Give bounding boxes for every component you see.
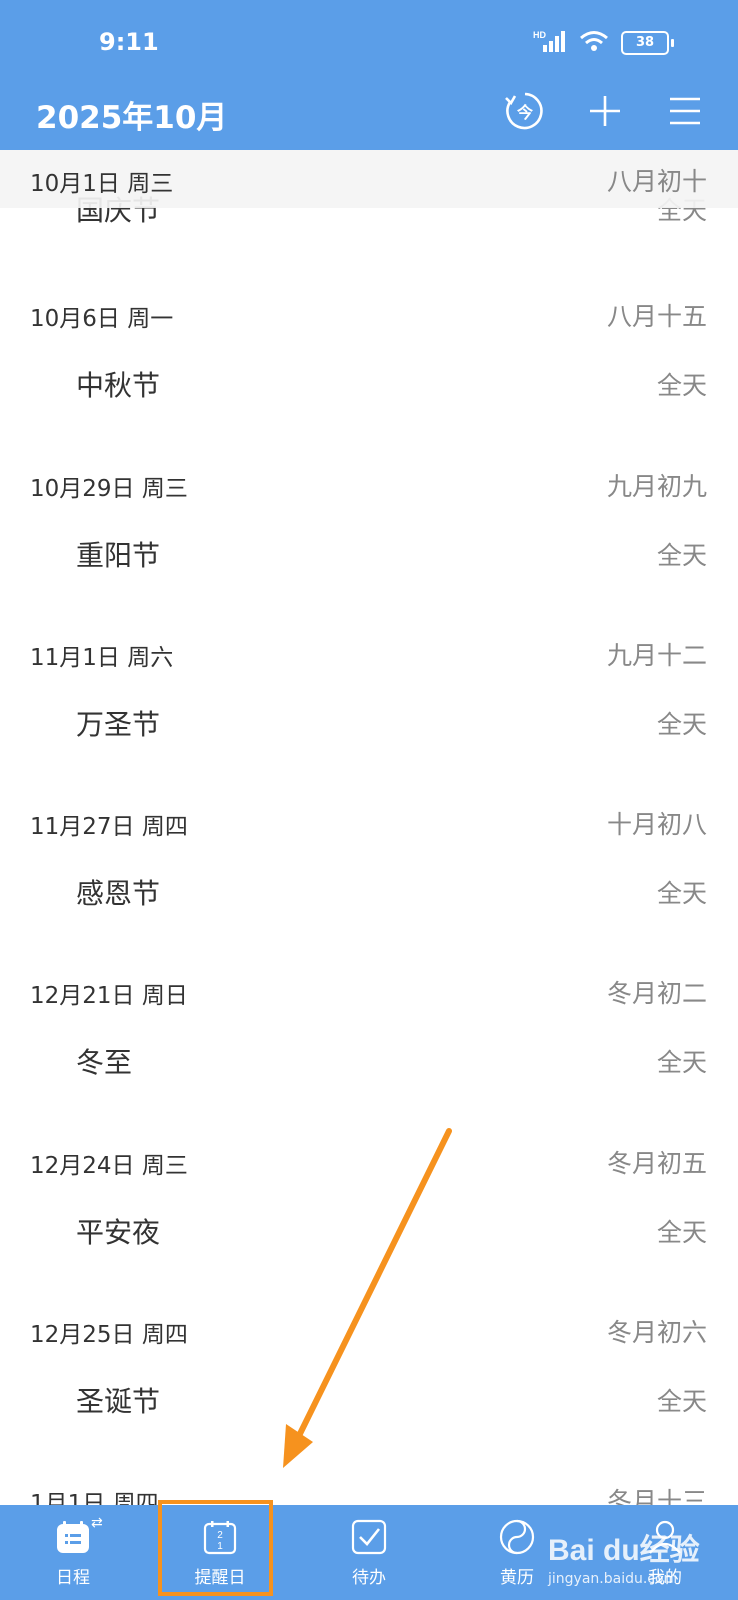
lunar-date: 冬月初二 xyxy=(606,979,707,1008)
date-row: 12月25日 周四 冬月初六 xyxy=(0,1299,738,1361)
tab-label: 待办 xyxy=(352,1568,386,1588)
header-actions: 今 xyxy=(502,88,708,134)
event-date: 11月27日 周四 xyxy=(30,814,188,840)
svg-text:2: 2 xyxy=(217,1530,223,1541)
lunar-date: 冬月初六 xyxy=(606,1318,707,1347)
tab-reminder-days[interactable]: 2 1 提醒日 xyxy=(160,1505,280,1600)
yin-yang-icon xyxy=(499,1519,535,1555)
event-group: 12月24日 周三 冬月初五 平安夜 全天 xyxy=(0,1130,738,1300)
status-time: 9:11 xyxy=(99,28,159,56)
date-row: 11月27日 周四 十月初八 xyxy=(0,791,738,853)
battery-icon: 38 xyxy=(621,31,674,55)
event-time: 全天 xyxy=(656,1048,707,1077)
event-name: 平安夜 xyxy=(76,1216,161,1249)
event-row[interactable]: 感恩节 全天 xyxy=(0,853,738,961)
event-time: 全天 xyxy=(656,879,707,908)
date-row: 1月1日 周四 冬月十三 xyxy=(0,1468,738,1505)
signal-icon: HD xyxy=(533,30,567,56)
tab-label: 日程 xyxy=(56,1568,90,1588)
lunar-date: 冬月十三 xyxy=(606,1487,707,1505)
event-row[interactable]: 中秋节 全天 xyxy=(0,345,738,453)
date-row: 11月1日 周六 九月十二 xyxy=(0,622,738,684)
event-row[interactable]: 冬至 全天 xyxy=(0,1022,738,1130)
menu-icon xyxy=(670,97,700,125)
tab-todo[interactable]: 待办 xyxy=(309,1505,429,1600)
event-date: 12月25日 周四 xyxy=(30,1322,188,1348)
event-group: 12月21日 周日 冬月初二 冬至 全天 xyxy=(0,960,738,1130)
event-group: 10月6日 周一 八月十五 中秋节 全天 xyxy=(0,283,738,453)
lunar-date: 九月初九 xyxy=(606,472,707,501)
event-date: 10月29日 周三 xyxy=(30,476,188,502)
status-bar: 9:11 HD 38 xyxy=(0,0,738,88)
tab-label: 黄历 xyxy=(500,1568,534,1588)
person-icon xyxy=(647,1519,683,1555)
battery-level: 38 xyxy=(621,31,669,55)
event-date: 1月1日 周四 xyxy=(30,1491,159,1505)
event-date: 12月24日 周三 xyxy=(30,1153,188,1179)
event-time: 全天 xyxy=(656,371,707,400)
event-group: 10月29日 周三 九月初九 重阳节 全天 xyxy=(0,453,738,623)
event-list[interactable]: 国庆节 全天 10月6日 周一 八月十五 中秋节 全天 10月29日 周三 九月… xyxy=(0,150,738,1505)
hd-label: HD xyxy=(533,30,546,40)
today-button[interactable]: 今 xyxy=(502,88,548,134)
event-name: 感恩节 xyxy=(76,877,161,910)
svg-text:1: 1 xyxy=(217,1541,223,1552)
tab-almanac[interactable]: 黄历 xyxy=(457,1505,577,1600)
event-row[interactable]: 平安夜 全天 xyxy=(0,1192,738,1300)
lunar-date: 八月十五 xyxy=(606,302,707,331)
lunar-date: 冬月初五 xyxy=(606,1149,707,1178)
event-name: 冬至 xyxy=(76,1046,133,1079)
event-time: 全天 xyxy=(656,1218,707,1247)
event-date: 10月6日 周一 xyxy=(30,306,174,332)
date-row: 12月21日 周日 冬月初二 xyxy=(0,960,738,1022)
date-row: 10月29日 周三 九月初九 xyxy=(0,453,738,515)
status-icons: HD 38 xyxy=(533,30,674,56)
today-icon: 今 xyxy=(505,92,543,130)
menu-button[interactable] xyxy=(662,88,708,134)
tab-label: 我的 xyxy=(648,1568,682,1588)
event-time: 全天 xyxy=(656,1387,707,1416)
date-row: 12月24日 周三 冬月初五 xyxy=(0,1130,738,1192)
event-date: 12月21日 周日 xyxy=(30,983,188,1009)
lunar-date: 九月十二 xyxy=(606,641,707,670)
date-row: 10月6日 周一 八月十五 xyxy=(0,283,738,345)
switch-icon: ⇄ xyxy=(91,1515,103,1531)
calendar-list-icon xyxy=(55,1519,91,1555)
event-group: 1月1日 周四 冬月十三 元旦 全天 xyxy=(0,1468,738,1505)
calendar-day-icon: 2 1 xyxy=(202,1519,238,1555)
event-name: 万圣节 xyxy=(76,708,161,741)
add-button[interactable] xyxy=(582,88,628,134)
event-date: 10月1日 周三 xyxy=(30,171,174,197)
month-title[interactable]: 2025年10月 xyxy=(36,92,227,137)
event-name: 重阳节 xyxy=(76,539,161,572)
event-row[interactable]: 圣诞节 全天 xyxy=(0,1361,738,1469)
today-badge: 今 xyxy=(516,103,533,122)
bottom-tab-bar: ⇄ 日程 2 1 提醒日 待办 黄历 我的 xyxy=(0,1505,738,1600)
event-time: 全天 xyxy=(656,710,707,739)
plus-icon xyxy=(590,96,620,126)
event-group: 12月25日 周四 冬月初六 圣诞节 全天 xyxy=(0,1299,738,1469)
app-header: 2025年10月 今 xyxy=(0,88,738,150)
event-group: 11月1日 周六 九月十二 万圣节 全天 xyxy=(0,622,738,792)
lunar-date: 八月初十 xyxy=(606,167,707,196)
wifi-icon xyxy=(579,30,609,56)
event-name: 中秋节 xyxy=(76,369,161,402)
sticky-date-header: 10月1日 周三 八月初十 xyxy=(0,150,738,208)
tab-schedule[interactable]: ⇄ 日程 xyxy=(13,1505,133,1600)
event-date: 11月1日 周六 xyxy=(30,645,174,671)
event-time: 全天 xyxy=(656,541,707,570)
lunar-date: 十月初八 xyxy=(606,810,707,839)
event-row[interactable]: 万圣节 全天 xyxy=(0,684,738,792)
tab-mine[interactable]: 我的 xyxy=(605,1505,725,1600)
event-name: 圣诞节 xyxy=(76,1385,161,1418)
event-row[interactable]: 重阳节 全天 xyxy=(0,515,738,623)
event-group: 11月27日 周四 十月初八 感恩节 全天 xyxy=(0,791,738,961)
tab-label: 提醒日 xyxy=(194,1568,246,1588)
checkbox-icon xyxy=(351,1519,387,1555)
